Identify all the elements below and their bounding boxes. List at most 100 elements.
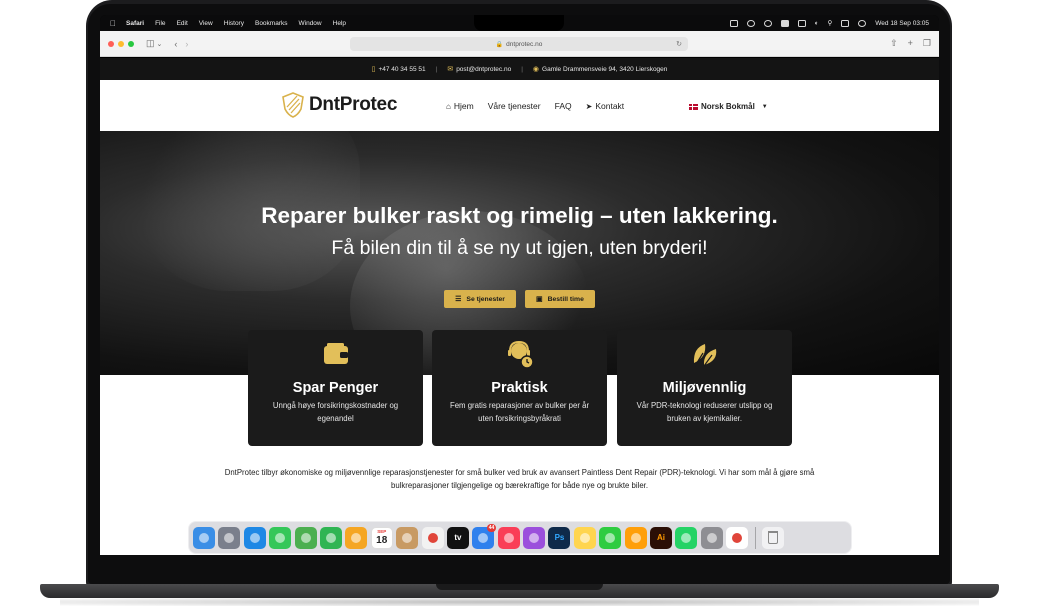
list-icon: ☰ bbox=[455, 296, 462, 303]
hero-title: Reparer bulker raskt og rimelig – uten l… bbox=[261, 203, 778, 228]
menu-app-name[interactable]: Safari bbox=[126, 20, 144, 27]
apple-icon[interactable]:  bbox=[110, 19, 116, 28]
menu-view[interactable]: View bbox=[199, 20, 213, 27]
close-window-button[interactable] bbox=[108, 40, 114, 47]
sidebar-icon[interactable]: ◫ bbox=[146, 38, 155, 49]
maps-icon bbox=[300, 532, 311, 543]
menu-file[interactable]: File bbox=[155, 20, 165, 27]
dock-app-trash[interactable] bbox=[761, 526, 784, 549]
calendar-day: 18 bbox=[376, 535, 388, 546]
book-appointment-button[interactable]: ▣ Bestill time bbox=[524, 290, 595, 308]
dock-app-whatsapp[interactable] bbox=[675, 526, 698, 549]
back-icon[interactable]: ‹ bbox=[174, 39, 177, 49]
dock-app-calendar[interactable]: SEP 18 bbox=[370, 526, 393, 549]
dock-app-appletv[interactable]: tv bbox=[446, 526, 469, 549]
dock-app-photoshop[interactable]: Ps bbox=[548, 526, 571, 549]
menu-edit[interactable]: Edit bbox=[177, 20, 188, 27]
wifi-icon[interactable]: ◐ bbox=[815, 20, 819, 27]
dock-app-notes[interactable] bbox=[573, 526, 596, 549]
menu-window[interactable]: Window bbox=[299, 20, 322, 27]
search-icon[interactable]: ⚲ bbox=[828, 19, 833, 27]
app-label: Ai bbox=[657, 533, 666, 542]
mail-icon: ✉ bbox=[447, 66, 454, 73]
button-label: Se tjenester bbox=[466, 295, 505, 303]
menu-bar-status: ◐ ⚲ Wed 18 Sep 03:05 bbox=[729, 19, 929, 27]
share-icon[interactable]: ⇧ bbox=[890, 38, 898, 49]
nav-item-services[interactable]: Våre tjenester bbox=[488, 101, 541, 111]
macos-dock: SEP 18 tv 44 Ps Ai bbox=[188, 521, 852, 554]
dock-app-pages[interactable] bbox=[624, 526, 647, 549]
site-logo[interactable]: DntProtec bbox=[282, 92, 397, 118]
reload-icon[interactable]: ↻ bbox=[676, 40, 682, 48]
toolbar-right: ⇧ + ❐ bbox=[890, 38, 931, 49]
button-label: Bestill time bbox=[547, 295, 584, 303]
new-tab-icon[interactable]: + bbox=[908, 38, 913, 49]
hero-subtitle: Få bilen din til å se ny ut igjen, uten … bbox=[331, 237, 708, 259]
nav-item-contact[interactable]: ➤ Kontakt bbox=[586, 101, 625, 111]
card-text: Fem gratis reparasjoner av bulker per år… bbox=[449, 401, 590, 423]
phone-icon: ▯ bbox=[371, 66, 376, 73]
dock-app-maps[interactable] bbox=[294, 526, 317, 549]
tab-overview-icon[interactable]: ❐ bbox=[923, 38, 931, 49]
menu-history[interactable]: History bbox=[224, 20, 244, 27]
dock-app-photos[interactable] bbox=[345, 526, 368, 549]
dock-app-contacts[interactable] bbox=[396, 526, 419, 549]
dock-app-messages[interactable] bbox=[269, 526, 292, 549]
email-link[interactable]: ✉ post@dntprotec.no bbox=[447, 65, 511, 73]
dock-app-numbers[interactable] bbox=[599, 526, 622, 549]
menu-help[interactable]: Help bbox=[333, 20, 346, 27]
dock-app-music[interactable] bbox=[497, 526, 520, 549]
menu-clock[interactable]: Wed 18 Sep 03:05 bbox=[875, 20, 929, 27]
nav-label: Våre tjenester bbox=[487, 101, 541, 111]
user-icon[interactable] bbox=[858, 19, 867, 27]
record-icon[interactable] bbox=[746, 19, 755, 27]
dock-app-finder[interactable] bbox=[193, 526, 215, 549]
laptop-base bbox=[0, 584, 1039, 614]
dock-app-illustrator[interactable]: Ai bbox=[650, 526, 673, 549]
card-text: Vår PDR-teknologi reduserer utslipp og b… bbox=[636, 401, 773, 423]
forward-icon[interactable]: › bbox=[185, 39, 188, 49]
dock-app-reminders[interactable] bbox=[421, 526, 444, 549]
launchpad-icon bbox=[224, 532, 235, 543]
dock-app-safari[interactable] bbox=[243, 526, 266, 549]
control-center-icon[interactable] bbox=[841, 19, 850, 27]
address-bar[interactable]: 🔒 dntprotec.no ↻ bbox=[350, 37, 688, 51]
calendar-icon: ▣ bbox=[535, 296, 543, 303]
url-text: dntprotec.no bbox=[506, 40, 543, 48]
chevron-down-icon[interactable]: ⌄ bbox=[157, 40, 163, 48]
finder-icon bbox=[199, 532, 209, 543]
pages-icon bbox=[630, 532, 641, 543]
play-icon[interactable] bbox=[763, 19, 772, 27]
minimize-window-button[interactable] bbox=[118, 40, 124, 47]
card-text: Unngå høye forsikringskostnader og egena… bbox=[272, 401, 399, 423]
address-text: Gamle Drammensveie 94, 3420 Lierskogen bbox=[542, 66, 668, 73]
dock-app-podcasts[interactable] bbox=[523, 526, 546, 549]
numbers-icon bbox=[605, 532, 616, 543]
contacts-icon bbox=[402, 532, 413, 543]
menu-bookmarks[interactable]: Bookmarks bbox=[255, 20, 288, 27]
address-link[interactable]: ◉ Gamle Drammensveie 94, 3420 Lierskogen bbox=[533, 65, 667, 73]
podcasts-icon bbox=[529, 532, 540, 543]
display-icon[interactable] bbox=[729, 19, 738, 27]
nav-item-home[interactable]: ⌂ Hjem bbox=[446, 101, 474, 111]
dock-app-mail[interactable]: 44 bbox=[472, 523, 497, 549]
dock-app-system-settings[interactable] bbox=[700, 526, 723, 549]
battery-icon[interactable] bbox=[797, 19, 806, 27]
zoom-window-button[interactable] bbox=[128, 40, 134, 47]
notes-icon bbox=[579, 532, 590, 543]
dock-app-facetime[interactable] bbox=[319, 526, 342, 549]
contact-info-bar: ▯ +47 40 34 55 51 | ✉ post@dntprotec.no | … bbox=[100, 58, 939, 80]
support-agent-icon bbox=[432, 339, 607, 369]
main-menu: ⌂ Hjem Våre tjenester FAQ ➤ Kontakt bbox=[446, 101, 624, 111]
keyboard-input-icon[interactable] bbox=[780, 19, 789, 27]
nav-item-faq[interactable]: FAQ bbox=[555, 101, 572, 111]
dock-app-chrome[interactable] bbox=[726, 526, 749, 549]
language-selector[interactable]: Norsk Bokmål ▼ bbox=[689, 102, 768, 111]
see-services-button[interactable]: ☰ Se tjenester bbox=[444, 290, 516, 308]
dock-app-launchpad[interactable] bbox=[218, 526, 241, 549]
system-settings-icon bbox=[706, 532, 717, 543]
phone-link[interactable]: ▯ +47 40 34 55 51 bbox=[372, 65, 426, 73]
card-title: Miljøvennlig bbox=[662, 380, 747, 396]
safari-toolbar: ◫ ⌄ ‹ › 🔒 dntprotec.no ↻ ⇧ + ❐ bbox=[100, 31, 939, 57]
home-icon: ⌂ bbox=[446, 101, 451, 111]
